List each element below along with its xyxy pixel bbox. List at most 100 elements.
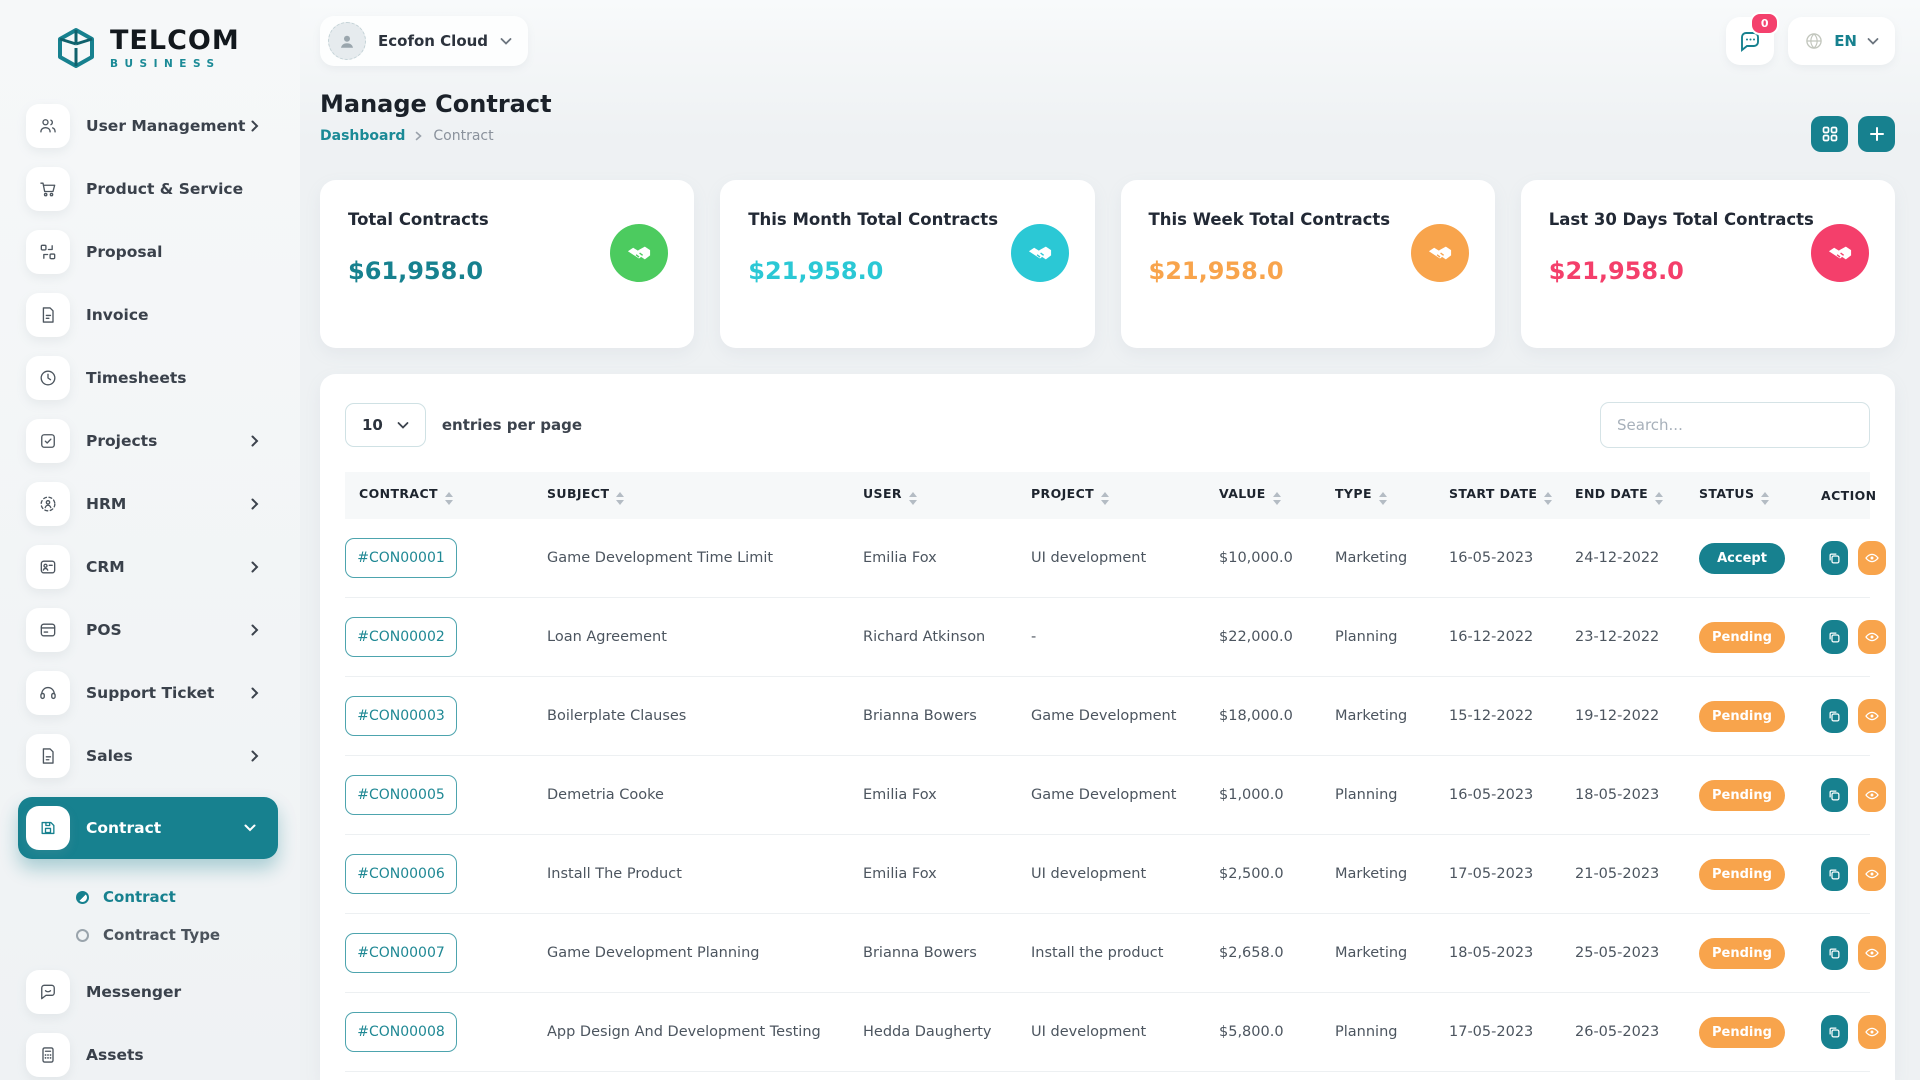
app-window: TELCOM BUSINESS User Management Product … — [0, 0, 1920, 1080]
cell-end-date: 19-12-2022 — [1567, 677, 1691, 756]
cell-subject: Loan Agreement — [539, 598, 855, 677]
copy-button[interactable] — [1821, 620, 1848, 654]
sidebar-item-timesheets[interactable]: Timesheets — [26, 356, 300, 400]
cell-end-date: 25-05-2023 — [1567, 914, 1691, 993]
column-header-user[interactable]: USER — [855, 472, 1023, 519]
calculator-icon — [26, 1033, 70, 1077]
sidebar-item-proposal[interactable]: Proposal — [26, 230, 300, 274]
column-header-subject[interactable]: SUBJECT — [539, 472, 855, 519]
cell-user: Hedda Daugherty — [855, 993, 1023, 1072]
contract-id-chip[interactable]: #CON00003 — [345, 696, 457, 736]
sidebar-item-crm[interactable]: CRM — [26, 545, 300, 589]
messages-button[interactable]: 0 — [1726, 17, 1774, 65]
cell-project: Install the product — [1023, 914, 1211, 993]
status-badge: Pending — [1699, 780, 1785, 811]
sidebar-item-invoice[interactable]: Invoice — [26, 293, 300, 337]
clock-icon — [26, 356, 70, 400]
copy-button[interactable] — [1821, 936, 1848, 970]
workspace-selector[interactable]: Ecofon Cloud — [320, 16, 528, 66]
view-button[interactable] — [1858, 936, 1886, 970]
brand-subtitle: BUSINESS — [110, 58, 240, 70]
add-contract-button[interactable] — [1858, 116, 1895, 152]
person-target-icon — [26, 482, 70, 526]
breadcrumb-current: Contract — [433, 128, 493, 144]
breadcrumb-dashboard-link[interactable]: Dashboard — [320, 128, 405, 144]
chevron-right-icon — [250, 498, 260, 510]
column-header-project[interactable]: PROJECT — [1023, 472, 1211, 519]
contract-id-chip[interactable]: #CON00001 — [345, 538, 457, 578]
sidebar-subitem-contract-type[interactable]: Contract Type — [26, 916, 300, 954]
chat-icon — [26, 970, 70, 1014]
view-button[interactable] — [1858, 778, 1886, 812]
copy-icon — [1827, 630, 1842, 645]
column-header-contract[interactable]: CONTRACT — [345, 472, 539, 519]
cell-value: $1,000.0 — [1211, 756, 1327, 835]
chevron-down-icon — [500, 37, 512, 46]
copy-button[interactable] — [1821, 778, 1848, 812]
table-row: #CON00001 Game Development Time Limit Em… — [345, 519, 1870, 598]
bullet-icon — [76, 891, 89, 904]
cell-project: UI development — [1023, 835, 1211, 914]
page-title: Manage Contract — [320, 90, 552, 118]
cell-project: Game Development — [1023, 756, 1211, 835]
copy-button[interactable] — [1821, 1015, 1848, 1049]
sidebar-item-user-management[interactable]: User Management — [26, 104, 300, 148]
copy-button[interactable] — [1821, 541, 1848, 575]
sidebar-item-support-ticket[interactable]: Support Ticket — [26, 671, 300, 715]
contract-id-chip[interactable]: #CON00002 — [345, 617, 457, 657]
entries-per-page-select[interactable]: 10 — [345, 403, 426, 447]
sidebar-item-hrm[interactable]: HRM — [26, 482, 300, 526]
copy-button[interactable] — [1821, 857, 1848, 891]
view-button[interactable] — [1858, 1015, 1886, 1049]
column-header-type[interactable]: TYPE — [1327, 472, 1441, 519]
language-selector[interactable]: EN — [1788, 17, 1895, 65]
contract-id-chip[interactable]: #CON00007 — [345, 933, 457, 973]
view-button[interactable] — [1858, 699, 1886, 733]
sidebar-item-pos[interactable]: POS — [26, 608, 300, 652]
cell-value: $2,500.0 — [1211, 835, 1327, 914]
cell-end-date: 24-12-2022 — [1567, 519, 1691, 598]
sort-icon — [1544, 492, 1552, 505]
contract-id-chip[interactable]: #CON00006 — [345, 854, 457, 894]
column-header-status[interactable]: STATUS — [1691, 472, 1813, 519]
chevron-right-icon — [250, 624, 260, 636]
column-header-end-date[interactable]: END DATE — [1567, 472, 1691, 519]
column-header-start-date[interactable]: START DATE — [1441, 472, 1567, 519]
stat-card-week: This Week Total Contracts $21,958.0 — [1121, 180, 1495, 348]
view-button[interactable] — [1858, 541, 1886, 575]
status-badge: Pending — [1699, 859, 1785, 890]
grid-view-button[interactable] — [1811, 116, 1848, 152]
view-button[interactable] — [1858, 857, 1886, 891]
sidebar-item-projects[interactable]: Projects — [26, 419, 300, 463]
cell-type: Planning — [1327, 756, 1441, 835]
sidebar-subitem-contract[interactable]: Contract — [26, 878, 300, 916]
sidebar-item-product-service[interactable]: Product & Service — [26, 167, 300, 211]
column-header-value[interactable]: VALUE — [1211, 472, 1327, 519]
page-header: Manage Contract Dashboard Contract — [320, 90, 1895, 152]
handshake-icon — [1411, 224, 1469, 282]
grid-icon — [1822, 126, 1838, 142]
contract-id-chip[interactable]: #CON00005 — [345, 775, 457, 815]
chevron-right-icon — [250, 687, 260, 699]
cell-user: Brianna Bowers — [855, 914, 1023, 993]
copy-icon — [1827, 788, 1842, 803]
sidebar-item-assets[interactable]: Assets — [26, 1033, 300, 1077]
handshake-icon — [610, 224, 668, 282]
cell-type: Planning — [1327, 598, 1441, 677]
messages-badge: 0 — [1750, 12, 1779, 35]
cell-value: $10,000.0 — [1211, 519, 1327, 598]
copy-button[interactable] — [1821, 699, 1848, 733]
eye-icon — [1864, 708, 1880, 724]
sidebar-item-contract[interactable]: Contract — [18, 797, 278, 859]
contract-id-chip[interactable]: #CON00008 — [345, 1012, 457, 1052]
sort-icon — [909, 492, 917, 505]
cell-subject: Boilerplate Clauses — [539, 677, 855, 756]
chevron-down-icon — [244, 823, 256, 833]
search-input[interactable] — [1600, 402, 1870, 448]
swap-icon — [26, 230, 70, 274]
status-badge: Pending — [1699, 938, 1785, 969]
view-button[interactable] — [1858, 620, 1886, 654]
sidebar-item-sales[interactable]: Sales — [26, 734, 300, 778]
sidebar-item-messenger[interactable]: Messenger — [26, 970, 300, 1014]
cell-project: Game Development — [1023, 677, 1211, 756]
